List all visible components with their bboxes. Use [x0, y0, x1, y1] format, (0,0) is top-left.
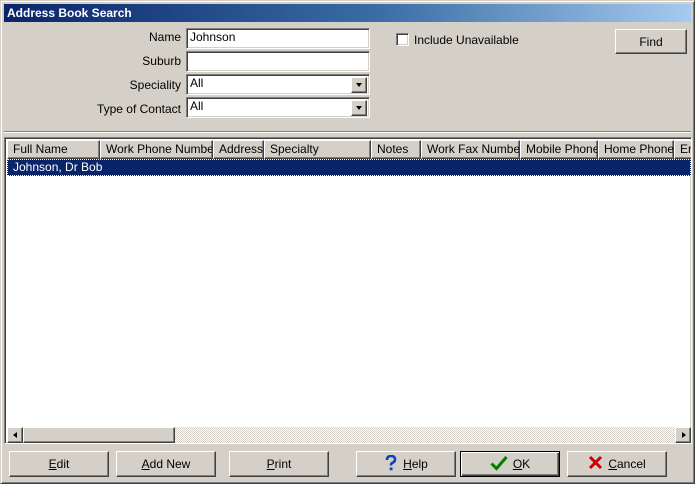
speciality-label: Speciality [129, 78, 181, 92]
edit-button[interactable]: Edit [9, 451, 109, 477]
scroll-left-button[interactable] [7, 427, 23, 443]
column-header[interactable]: Mobile Phone [520, 140, 598, 159]
scroll-thumb[interactable] [23, 427, 175, 443]
scroll-right-button[interactable] [675, 427, 691, 443]
arrow-left-icon [13, 432, 17, 438]
ok-button[interactable]: OK [460, 451, 560, 477]
print-accel: P [266, 457, 275, 471]
cancel-label: ancel [616, 457, 646, 471]
arrow-right-icon [682, 432, 686, 438]
grid-header: Full Name Work Phone Number Address Spec… [7, 140, 691, 159]
cancel-accel: C [608, 457, 617, 471]
column-header[interactable]: Home Phone [598, 140, 674, 159]
window-title: Address Book Search [4, 4, 691, 22]
contact-type-select[interactable]: All [186, 97, 370, 118]
contact-type-dropdown-button[interactable] [351, 100, 367, 116]
add-new-button[interactable]: Add New [116, 451, 216, 477]
column-header[interactable]: Specialty [264, 140, 371, 159]
horizontal-scrollbar[interactable] [7, 427, 691, 443]
help-accel: H [403, 457, 412, 471]
add-new-label: dd New [149, 457, 191, 471]
help-icon [384, 454, 398, 474]
row-full-name: Johnson, Dr Bob [13, 160, 103, 174]
add-new-accel: A [141, 457, 150, 471]
column-header[interactable]: Address [213, 140, 264, 159]
checkmark-icon [490, 455, 508, 474]
edit-accel: E [48, 457, 57, 471]
speciality-value: All [190, 76, 204, 90]
address-book-search-window: Address Book Search Name Johnson Suburb … [0, 0, 695, 484]
column-header[interactable]: Em [674, 140, 691, 159]
column-header[interactable]: Notes [371, 140, 421, 159]
ok-accel: O [512, 457, 523, 471]
table-row[interactable]: Johnson, Dr Bob [7, 159, 691, 176]
column-header[interactable]: Work Phone Number [100, 140, 213, 159]
contact-type-value: All [190, 99, 204, 113]
edit-label: dit [56, 457, 70, 471]
speciality-select[interactable]: All [186, 74, 370, 95]
column-header[interactable]: Full Name [7, 140, 100, 159]
include-unavailable-checkbox[interactable] [396, 33, 409, 46]
include-unavailable-label[interactable]: Include Unavailable [414, 32, 519, 48]
find-button[interactable]: Find [615, 29, 687, 54]
help-button[interactable]: Help [356, 451, 456, 477]
suburb-label: Suburb [142, 54, 181, 68]
results-grid[interactable]: Full Name Work Phone Number Address Spec… [4, 137, 692, 444]
chevron-down-icon [356, 106, 362, 110]
print-label: rint [274, 457, 292, 471]
cross-icon [588, 455, 603, 473]
column-header[interactable]: Work Fax Number [421, 140, 520, 159]
cancel-button[interactable]: Cancel [567, 451, 667, 477]
name-label: Name [148, 30, 181, 44]
form-divider [4, 131, 691, 133]
ok-label: K [522, 457, 531, 471]
suburb-input[interactable] [186, 51, 370, 72]
speciality-dropdown-button[interactable] [351, 77, 367, 93]
print-button[interactable]: Print [229, 451, 329, 477]
help-label: elp [411, 457, 428, 471]
name-input[interactable]: Johnson [186, 28, 370, 49]
contact-type-label: Type of Contact [96, 102, 181, 116]
chevron-down-icon [356, 83, 362, 87]
